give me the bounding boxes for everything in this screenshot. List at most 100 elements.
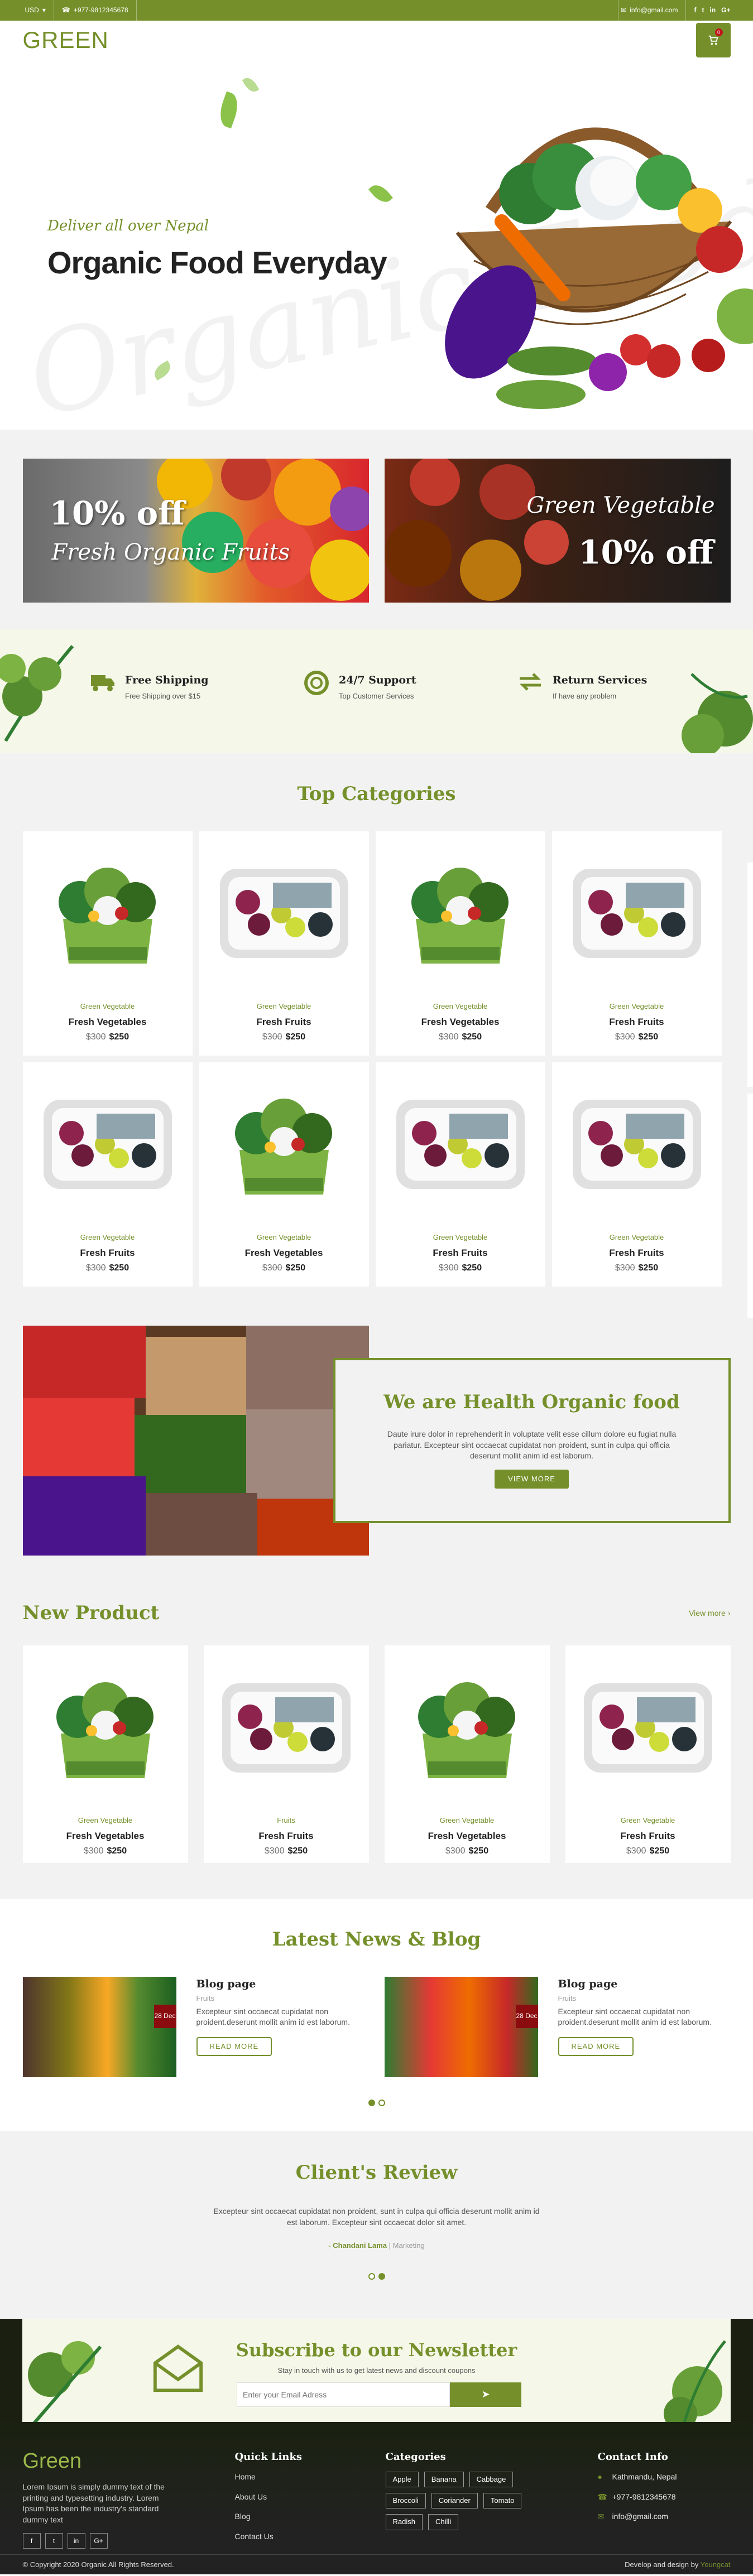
product-card[interactable]: Green Vegetable Fresh Fruits $300 $250 [22,1062,193,1287]
product-image[interactable] [563,1073,711,1216]
current-price: $250 [468,1846,489,1856]
blog-image[interactable]: 28 Dec [22,1976,176,2077]
product-name[interactable]: Fresh Fruits [23,1246,193,1260]
category-tag[interactable]: Apple [385,2471,419,2488]
blog-title[interactable]: Blog page [196,1977,358,1992]
footer-link-about[interactable]: About Us [235,2492,386,2503]
read-more-button[interactable]: READ MORE [558,2036,634,2056]
product-image[interactable] [387,1073,534,1216]
topbar-email[interactable]: ✉ info@gmail.com [618,0,685,21]
product-image[interactable] [34,1657,177,1799]
category-tag[interactable]: Cabbage [469,2471,514,2488]
category-tag[interactable]: Radish [385,2514,423,2530]
category-tag[interactable]: Chilli [428,2514,459,2530]
phone-icon: ☎ [61,6,70,15]
product-name[interactable]: Fresh Fruits [552,1015,722,1029]
product-card[interactable]: Green Vegetable Fresh Fruits $300 $250 [199,831,369,1056]
product-image[interactable] [577,1657,720,1799]
product-card[interactable]: Green Vegetable Fresh Vegetables $300 $250 [375,831,545,1056]
product-image[interactable] [215,1657,358,1799]
instagram-icon[interactable]: in [67,2533,85,2549]
product-card[interactable]: Green Vegetable Fresh Vegetables $300 $250 [22,831,193,1056]
subscribe-button[interactable]: ➤ [450,2382,521,2407]
google-plus-icon[interactable]: G+ [721,6,730,15]
product-image[interactable] [34,842,181,985]
product-card[interactable]: Green Vegetable Fresh Fruits $300 $250 [551,831,722,1056]
product-name[interactable]: Fresh Fruits [552,1246,722,1260]
carousel-dot[interactable] [368,2099,375,2106]
product-name[interactable]: Fresh Vegetables [385,1829,550,1843]
product-name[interactable]: Fresh Fruits [565,1829,731,1843]
section-title: Client's Review [295,2161,458,2184]
category-tag[interactable]: Banana [424,2471,464,2488]
product-card[interactable]: Green Vegetable Fresh Fruits $300 $250 [565,1645,731,1864]
carousel-dot[interactable] [378,2099,385,2106]
footer-link-contact[interactable]: Contact Us [235,2531,386,2543]
facebook-icon[interactable]: f [694,6,696,15]
credit-link[interactable]: Youngcat [701,2560,731,2569]
product-name[interactable]: Fresh Vegetables [199,1246,369,1260]
carousel-dots [23,2099,731,2106]
product-card[interactable]: Green Vegetable Fresh Vegetables $300 $250 [384,1645,550,1864]
product-image[interactable] [210,842,358,985]
email-input[interactable] [237,2382,450,2407]
promo-label: Fresh Organic Fruits [51,540,290,565]
blog-title[interactable]: Blog page [558,1977,720,1992]
view-more-button[interactable]: VIEW MORE [495,1469,569,1489]
view-more-link[interactable]: View more › [689,1608,730,1619]
product-name[interactable]: Fresh Vegetables [376,1015,545,1029]
salad-box-image [58,868,156,964]
footer-logo[interactable]: Green [23,2447,235,2476]
blog-image[interactable]: 28 Dec [384,1976,538,2077]
product-name[interactable]: Fresh Vegetables [23,1015,193,1029]
category-tag[interactable]: Tomato [483,2493,522,2509]
product-image[interactable] [387,842,534,985]
footer-link-home[interactable]: Home [235,2472,386,2483]
product-card[interactable]: Green Vegetable Fresh Vegetables $300 $250 [199,1062,369,1287]
old-price: $300 [85,1263,106,1273]
topbar: USD ▾ ☎ +977-9812345678 ✉ info@gmail.com f … [0,0,753,21]
product-image[interactable] [396,1657,539,1799]
currency-select[interactable]: USD ▾ [23,0,54,21]
read-more-button[interactable]: READ MORE [196,2036,272,2056]
promo-banner-vegetables[interactable]: Green Vegetable 10% off [384,459,731,603]
topbar-phone[interactable]: ☎ +977-9812345678 [54,0,137,21]
carousel-dot[interactable] [368,2272,375,2280]
contact-email[interactable]: ✉ info@gmail.com [598,2511,731,2522]
lifebuoy-icon [303,671,330,697]
facebook-icon[interactable]: f [22,2533,41,2549]
product-card[interactable]: Green Vegetable Fresh Fruits $300 $250 [375,1062,545,1287]
map-pin-icon: ● [597,2472,602,2481]
current-price: $250 [285,1263,306,1273]
product-image[interactable] [210,1073,358,1216]
product-name[interactable]: Fresh Fruits [204,1829,369,1843]
twitter-icon[interactable]: t [45,2533,63,2549]
contact-phone[interactable]: ☎ +977-9812345678 [598,2492,731,2503]
cart-button[interactable]: 0 [696,23,731,57]
view-more-label: View more [689,1608,726,1617]
product-name[interactable]: Fresh Fruits [199,1015,369,1029]
twitter-icon[interactable]: t [702,6,704,15]
instagram-icon[interactable]: in [709,6,716,15]
product-card[interactable]: Fruits Fresh Fruits $300 $250 [203,1645,369,1864]
google-plus-icon[interactable]: G+ [89,2533,108,2549]
logo[interactable]: GREEN [23,24,109,57]
product-name[interactable]: Fresh Vegetables [23,1829,188,1843]
footer-link-blog[interactable]: Blog [235,2511,386,2522]
promo-banner-fruits[interactable]: 10% off Fresh Organic Fruits [22,459,369,603]
product-image[interactable] [34,1073,181,1216]
old-price: $300 [438,1263,459,1273]
category-tag[interactable]: Coriander [431,2493,478,2509]
current-price: $250 [649,1846,670,1856]
product-image[interactable] [563,842,711,985]
blog-post: 28 Dec Blog page Fruits Excepteur sint o… [384,1976,731,2077]
category-tag[interactable]: Broccoli [385,2493,426,2509]
hero-banner: Organic Food Deliver all over Nepal Orga… [0,60,753,430]
carousel-dot[interactable] [378,2272,385,2280]
promo-discount: 10% off [49,494,185,532]
footer-heading: Categories [385,2450,446,2463]
product-name[interactable]: Fresh Fruits [376,1246,545,1260]
old-price: $300 [615,1032,635,1042]
product-card[interactable]: Green Vegetable Fresh Fruits $300 $250 [551,1062,722,1287]
product-card[interactable]: Green Vegetable Fresh Vegetables $300 $250 [22,1645,188,1864]
